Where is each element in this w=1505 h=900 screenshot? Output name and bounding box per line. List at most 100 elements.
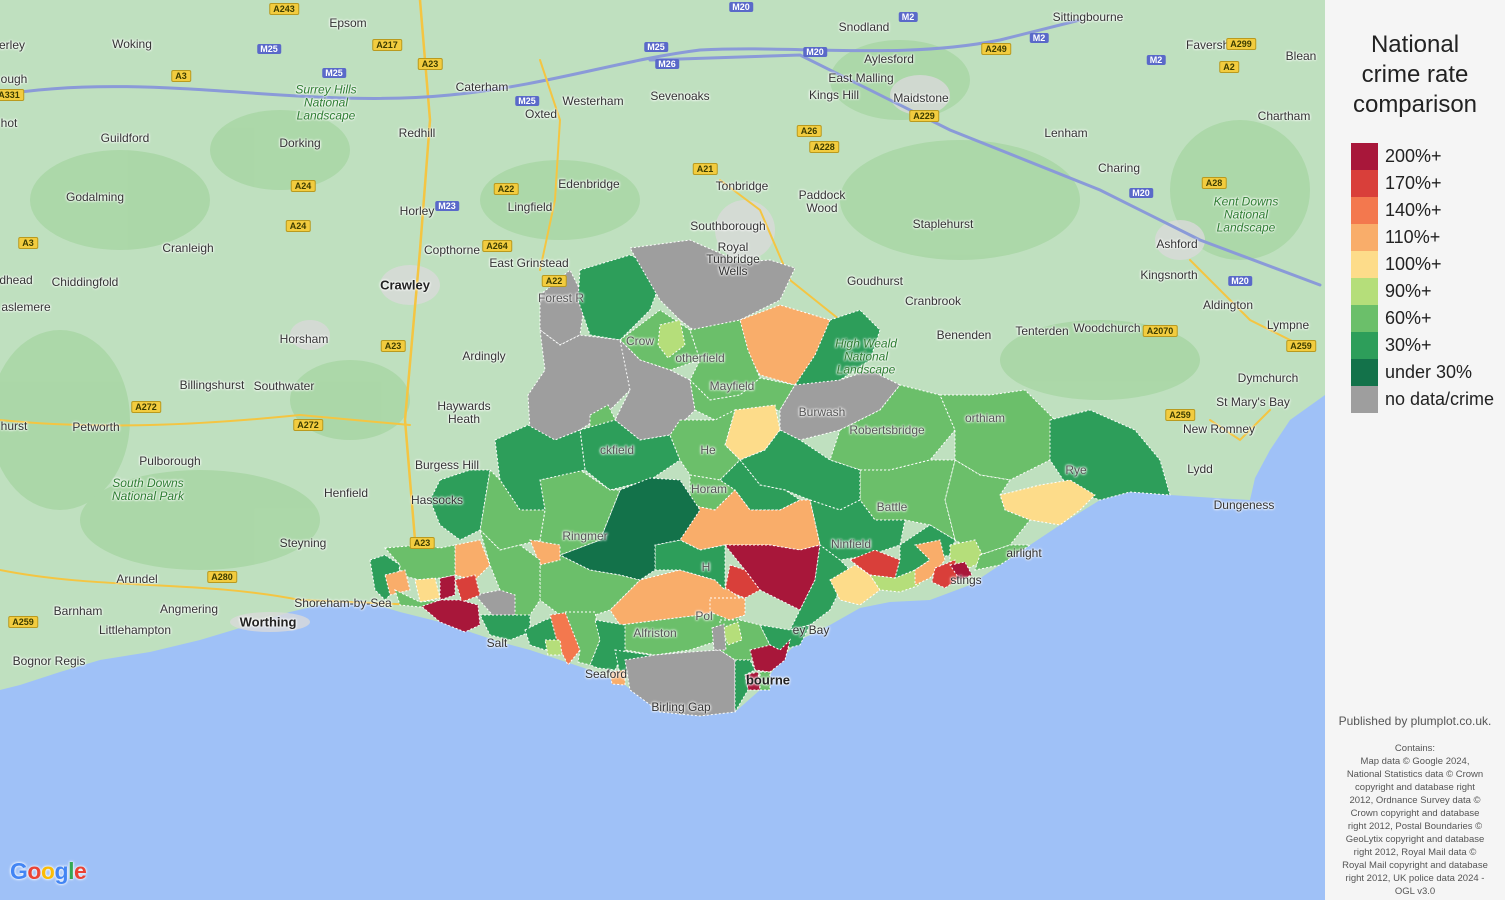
road-shield: A3	[171, 70, 191, 82]
road-shield: M23	[435, 201, 459, 211]
place-label: Oxted	[524, 107, 558, 121]
legend-label: 100%+	[1385, 254, 1442, 274]
place-label: Woodchurch	[1073, 321, 1141, 335]
map-base	[0, 0, 1325, 717]
road-shield: M2	[1146, 55, 1166, 65]
legend-item: 140%+	[1351, 197, 1442, 224]
place-label: Staplehurst	[912, 217, 974, 231]
road-shield: M25	[257, 44, 281, 54]
place-label: Burwash	[798, 405, 846, 419]
place-label: Godalming	[65, 190, 125, 204]
published-credit: Published by plumplot.co.uk.	[1338, 714, 1492, 728]
region-grey-eb	[711, 623, 727, 651]
place-label: Tenterden	[1015, 324, 1069, 338]
place-label: Ninfield	[830, 537, 872, 551]
place-label: Crawley	[380, 277, 430, 293]
road-shield: A2	[1219, 61, 1239, 73]
road-shield: M25	[644, 42, 668, 52]
road-shield: M20	[1228, 276, 1252, 286]
legend-swatch	[1351, 305, 1378, 332]
place-label: Horley	[399, 204, 435, 218]
road-shield: A28	[1201, 177, 1227, 189]
place-label: Ringmer	[562, 529, 608, 543]
road-shield: A21	[692, 163, 718, 175]
place-label: Ardingly	[462, 349, 506, 363]
place-label: Tonbridge	[715, 179, 769, 193]
legend-label: no data/crime	[1385, 389, 1495, 409]
place-label: Chiddingfold	[51, 275, 119, 289]
place-label: Littlehampton	[98, 623, 172, 637]
legend-label: 60%+	[1385, 308, 1432, 328]
place-label: airlight	[1006, 546, 1042, 560]
road-shield: M2	[1029, 33, 1049, 43]
place-label: dhead	[0, 273, 33, 287]
legend-label: 110%+	[1385, 227, 1441, 247]
road-shield: M20	[1129, 188, 1153, 198]
place-label: Billingshurst	[179, 378, 245, 392]
place-label: Snodland	[838, 20, 890, 34]
place-label: Steyning	[279, 536, 327, 550]
park-surrey-hills: Surrey Hills National Landscape	[295, 82, 357, 123]
place-label: Maidstone	[893, 91, 949, 105]
place-label: New Romney	[1182, 422, 1256, 436]
place-label: Kingsnorth	[1140, 268, 1198, 282]
place-label: ough	[0, 72, 28, 86]
legend-swatch	[1351, 278, 1378, 305]
place-label: Robertsbridge	[849, 423, 925, 437]
road-shield: A22	[493, 183, 519, 195]
legend-label: 170%+	[1385, 173, 1442, 193]
road-shield: A299	[1226, 38, 1256, 50]
google-logo: Google	[10, 858, 87, 884]
place-label: ey Bay	[792, 623, 830, 637]
place-label: Edenbridge	[558, 177, 620, 191]
legend-item: 90%+	[1351, 278, 1432, 305]
place-label: Charing	[1097, 161, 1141, 175]
legend-label: 140%+	[1385, 200, 1442, 220]
place-label: Lenham	[1044, 126, 1088, 140]
place-label: Angmering	[159, 602, 219, 616]
place-label: Goudhurst	[846, 274, 904, 288]
place-label: Redhill	[398, 126, 436, 140]
road-shield: A22	[541, 275, 567, 287]
legend-label: 30%+	[1385, 335, 1432, 355]
park-south-downs: South Downs National Park	[111, 476, 185, 503]
place-label: Henfield	[323, 486, 369, 500]
region-crimson-brighton	[439, 574, 456, 601]
place-label: hot	[0, 116, 18, 130]
legend-item: 100%+	[1351, 251, 1442, 278]
place-label: Epsom	[329, 16, 367, 30]
place-label: Forest R	[537, 291, 585, 305]
road-shield: A3	[18, 237, 38, 249]
road-shield: A259	[1165, 409, 1195, 421]
place-label: East Malling	[828, 71, 894, 85]
legend-item: 30%+	[1351, 332, 1432, 359]
legend-swatch	[1351, 143, 1378, 170]
road-shield: A272	[131, 401, 161, 413]
place-label: H	[701, 560, 711, 574]
place-label: ckfield	[599, 443, 635, 457]
place-label: Pol	[695, 609, 713, 623]
place-label: Alfriston	[633, 626, 677, 640]
legend-item: 200%+	[1351, 143, 1442, 170]
road-shield: M20	[729, 2, 753, 12]
place-label: hurst	[0, 419, 28, 433]
legend-panel: National crime rate comparison 200%+ 170%…	[1325, 0, 1505, 900]
place-label: orthiam	[964, 411, 1006, 425]
road-shield: A229	[909, 110, 939, 122]
road-shield: M25	[322, 68, 346, 78]
park-high-weald: High Weald National Landscape	[835, 336, 897, 377]
road-shield: M2	[898, 12, 918, 22]
legend-swatch	[1351, 386, 1378, 413]
park-kent-downs: Kent Downs National Landscape	[1213, 194, 1279, 235]
legend-label: under 30%	[1385, 362, 1473, 382]
legend-swatch	[1351, 224, 1378, 251]
place-label: Haywards Heath	[437, 399, 491, 426]
place-label: Guildford	[100, 131, 150, 145]
place-label: Southborough	[690, 219, 766, 233]
road-shield: M26	[655, 59, 679, 69]
road-shield: A280	[207, 571, 237, 583]
map-area[interactable]: Surrey Hills National Landscape South Do…	[0, 0, 1325, 900]
place-label: St Mary's Bay	[1216, 395, 1290, 409]
place-label: Cranbrook	[904, 294, 962, 308]
place-label: Copthorne	[423, 243, 481, 257]
